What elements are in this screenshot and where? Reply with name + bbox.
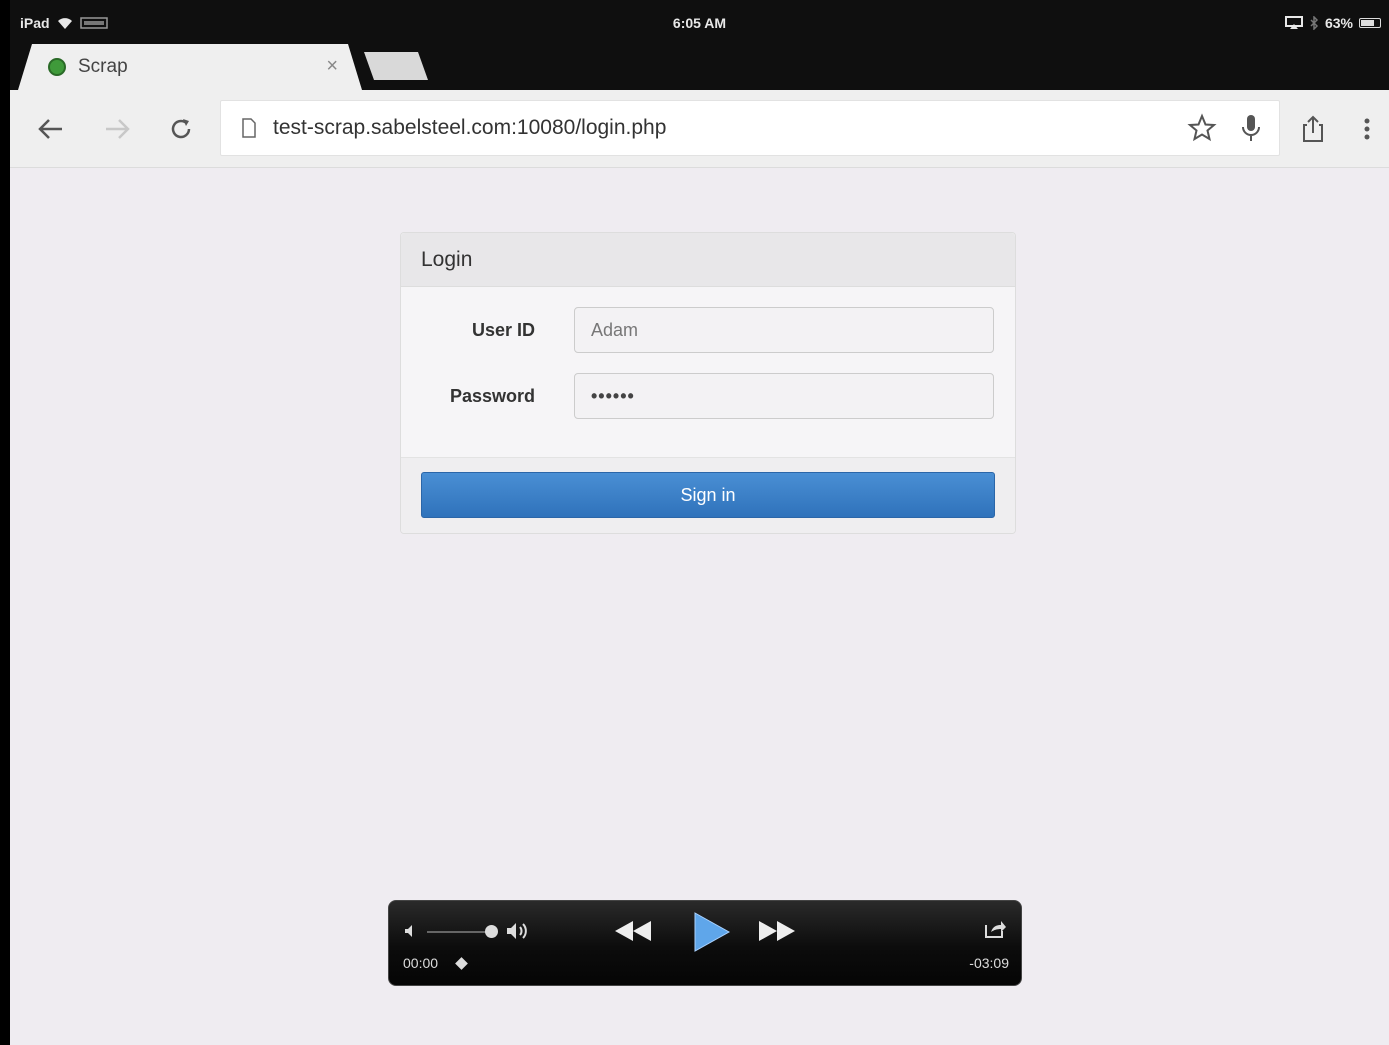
arrow-left-icon bbox=[38, 119, 62, 139]
volume-low-icon[interactable] bbox=[403, 923, 419, 939]
user-id-input[interactable] bbox=[574, 307, 994, 353]
login-title: Login bbox=[401, 233, 1015, 287]
forward-button[interactable] bbox=[100, 112, 134, 146]
fast-forward-icon[interactable] bbox=[757, 919, 797, 943]
ipad-screen: iPad 6:05 AM 63% Scrap × test-scrap.sabe… bbox=[10, 0, 1389, 1045]
remaining-time: -03:09 bbox=[969, 955, 1009, 971]
more-vertical-icon bbox=[1364, 118, 1370, 140]
reload-button[interactable] bbox=[164, 112, 198, 146]
arrow-right-icon bbox=[106, 119, 130, 139]
reload-icon bbox=[171, 119, 191, 139]
password-label: Password bbox=[449, 386, 535, 406]
page-icon bbox=[242, 118, 256, 138]
battery-percent: 63% bbox=[1324, 15, 1353, 31]
video-player-controls: 00:00 -03:09 bbox=[388, 900, 1022, 986]
volume-slider[interactable] bbox=[427, 931, 491, 933]
scrubber-handle[interactable] bbox=[455, 957, 468, 970]
battery-level bbox=[1361, 20, 1374, 26]
sign-in-button[interactable]: Sign in bbox=[421, 472, 995, 518]
battery-icon bbox=[1359, 18, 1381, 28]
tab-close-button[interactable]: × bbox=[326, 55, 338, 78]
user-id-label: User ID bbox=[471, 320, 535, 340]
rewind-icon[interactable] bbox=[613, 919, 653, 943]
user-id-row: User ID bbox=[401, 307, 1015, 353]
password-row: Password bbox=[401, 373, 1015, 419]
login-panel: Login User ID Password Sign in bbox=[400, 232, 1016, 534]
elapsed-time: 00:00 bbox=[403, 955, 439, 971]
password-input[interactable] bbox=[574, 373, 994, 419]
back-button[interactable] bbox=[34, 112, 68, 146]
share-icon bbox=[1303, 115, 1323, 142]
browser-toolbar: test-scrap.sabelsteel.com:10080/login.ph… bbox=[10, 90, 1389, 168]
volume-high-icon[interactable] bbox=[505, 921, 531, 941]
microphone-icon[interactable] bbox=[1239, 113, 1263, 143]
tab-title: Scrap bbox=[78, 56, 128, 77]
status-bar: iPad 6:05 AM 63% bbox=[10, 0, 1389, 44]
address-bar[interactable]: test-scrap.sabelsteel.com:10080/login.ph… bbox=[220, 100, 1280, 156]
login-footer: Sign in bbox=[401, 457, 1015, 533]
tab-scrap[interactable]: Scrap × bbox=[18, 44, 362, 90]
bluetooth-icon bbox=[1310, 16, 1319, 30]
address-url[interactable]: test-scrap.sabelsteel.com:10080/login.ph… bbox=[273, 116, 666, 140]
new-tab-button[interactable] bbox=[364, 52, 428, 80]
site-favicon-icon bbox=[48, 58, 66, 76]
volume-slider-handle[interactable] bbox=[485, 925, 498, 938]
share-button[interactable] bbox=[1296, 112, 1330, 146]
play-icon[interactable] bbox=[689, 911, 731, 953]
star-icon[interactable] bbox=[1187, 113, 1217, 143]
status-time: 6:05 AM bbox=[672, 15, 727, 31]
tab-strip: Scrap × bbox=[10, 44, 1389, 90]
menu-button[interactable] bbox=[1350, 112, 1384, 146]
status-right: 63% bbox=[1284, 15, 1381, 31]
airplay-icon bbox=[1284, 16, 1303, 29]
share-video-icon[interactable] bbox=[983, 919, 1007, 939]
